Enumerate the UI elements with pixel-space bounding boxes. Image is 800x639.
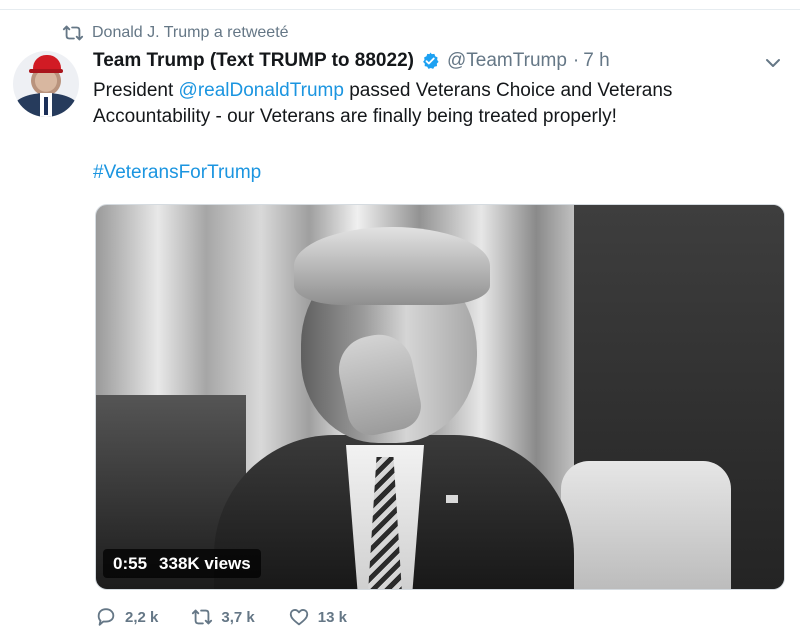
avatar-tie [44, 97, 48, 115]
header-separator: · [572, 50, 580, 71]
video-player[interactable] [95, 204, 785, 590]
video-stats-badge: 0:55 338K views [103, 549, 261, 578]
tweet-timestamp[interactable]: 7 h [583, 50, 609, 72]
tweet-actions: 2,2 k 3,7 k 13 k [95, 606, 380, 628]
reply-icon [97, 608, 115, 626]
retweet-context: Donald J. Trump a retweeté [62, 24, 289, 42]
video-hair [294, 227, 490, 305]
retweet-icon [62, 25, 84, 41]
heart-icon [289, 609, 308, 626]
retweet-count: 3,7 k [221, 608, 255, 626]
video-view-count: 338K views [159, 553, 251, 573]
like-action[interactable]: 13 k [288, 606, 347, 628]
like-count: 13 k [317, 608, 347, 626]
avatar-hat-brim [29, 69, 63, 73]
retweet-action-icon [192, 609, 213, 625]
tweet-header: Team Trump (Text TRUMP to 88022) @TeamTr… [93, 50, 610, 72]
reply-count: 2,2 k [125, 608, 159, 626]
tweet-text-prefix: President [93, 80, 179, 101]
retweet-label: Donald J. Trump a retweeté [92, 24, 289, 41]
tweet-text-line-1-rest: passed Veterans Choice and Veterans [343, 80, 673, 101]
video-duration: 0:55 [113, 553, 148, 573]
author-display-name[interactable]: Team Trump (Text TRUMP to 88022) [93, 50, 414, 72]
hashtag-link[interactable]: #VeteransForTrump [93, 160, 261, 186]
top-divider [0, 0, 800, 10]
tweet-text: President @realDonaldTrump passed Vetera… [93, 78, 773, 130]
tweet-text-line-1: President @realDonaldTrump passed Vetera… [93, 78, 773, 104]
author-handle[interactable]: @TeamTrump [447, 50, 567, 72]
mention-link[interactable]: @realDonaldTrump [179, 80, 344, 101]
chevron-down-icon[interactable] [765, 55, 781, 71]
verified-badge-icon [423, 52, 439, 69]
reply-action[interactable]: 2,2 k [95, 606, 158, 628]
video-lapel-pin [446, 495, 458, 503]
retweet-action[interactable]: 3,7 k [191, 606, 255, 628]
profile-avatar[interactable] [13, 51, 79, 117]
video-seat [561, 461, 731, 589]
tweet-text-line-2: Accountability - our Veterans are finall… [93, 106, 617, 127]
